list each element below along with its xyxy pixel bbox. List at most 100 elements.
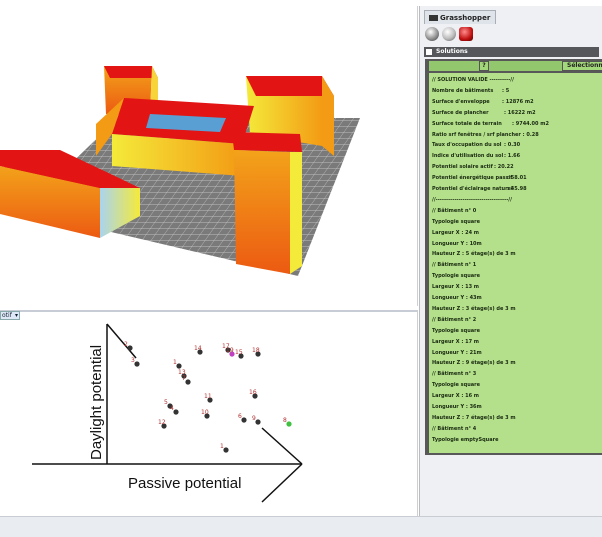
solution-line-value: : 20.22 bbox=[494, 164, 514, 171]
scatter-plot: Daylight potential Passive potential 2 3 1… bbox=[32, 323, 303, 503]
x-axis-label: Passive potential bbox=[128, 475, 241, 492]
solution-line-value: : 5 bbox=[502, 87, 510, 94]
solution-line-label: Taux d'occupation du sol bbox=[432, 142, 502, 149]
solution-line-label: Indice d'utilisation du sol bbox=[432, 153, 504, 160]
solution-line-label: Potentiel solaire actif bbox=[432, 164, 493, 171]
scatter-point[interactable] bbox=[255, 419, 261, 425]
select-button[interactable]: Sélectionner bbox=[562, 61, 602, 71]
solution-line-label: Typologie square bbox=[432, 327, 481, 334]
solution-line: Hauteur Z : 3 étage(s) de 3 m bbox=[432, 306, 516, 312]
building-scene bbox=[0, 66, 360, 276]
tab-grasshopper[interactable]: Grasshopper bbox=[424, 10, 496, 24]
sphere-tool-icon[interactable] bbox=[425, 27, 439, 41]
sketch-tool-icon[interactable] bbox=[442, 27, 456, 41]
solution-line-label: Largeur X : 16 m bbox=[432, 393, 480, 400]
solution-line: // Bâtiment n° 0 bbox=[432, 208, 476, 214]
solution-line-value: : 45.98 bbox=[507, 186, 527, 192]
solution-line: Longueur Y : 43m bbox=[432, 295, 482, 301]
solution-line: Largeur X : 13 m bbox=[432, 284, 479, 290]
solution-line: Taux d'occupation du sol: 0.30 bbox=[432, 142, 520, 149]
scatter-point[interactable] bbox=[134, 361, 140, 367]
scatter-chart-panel: Daylight potential Passive potential 2 3 1… bbox=[0, 310, 418, 518]
scatter-point-label: 2 bbox=[124, 341, 128, 348]
building-3 bbox=[96, 98, 254, 176]
solution-line-label: Largeur X : 13 m bbox=[432, 284, 480, 291]
solution-line: Largeur X : 24 m bbox=[432, 230, 479, 236]
x-arrow-top bbox=[261, 427, 303, 465]
scatter-point[interactable] bbox=[286, 421, 292, 427]
scatter-point-label: 6 bbox=[238, 413, 242, 420]
solution-line: Typologie square bbox=[432, 219, 480, 225]
scatter-point-label: 9 bbox=[252, 415, 256, 422]
solution-line: Typologie square bbox=[432, 328, 480, 334]
solution-line: Surface totale de terrain: 9744.00 m2 bbox=[432, 120, 549, 127]
scatter-point[interactable] bbox=[241, 417, 247, 423]
solution-line: Longueur Y : 36m bbox=[432, 404, 482, 410]
solution-line-label: // Bâtiment n° 3 bbox=[432, 371, 477, 378]
section-toggle-icon[interactable] bbox=[426, 49, 432, 55]
solution-line-label: //-----------------------------------// bbox=[432, 196, 512, 203]
solution-line-label: Potentiel énergétique passif bbox=[432, 175, 513, 182]
building-4 bbox=[232, 132, 302, 274]
scatter-point[interactable] bbox=[173, 409, 179, 415]
solution-line: Nombre de bâtiments : 5 bbox=[432, 87, 509, 94]
solution-line-label: // Bâtiment n° 0 bbox=[432, 207, 477, 214]
help-button[interactable]: ? bbox=[479, 61, 489, 71]
scatter-point-label: 19 bbox=[226, 347, 234, 354]
scatter-point-label: 11 bbox=[204, 393, 212, 400]
solution-line: Typologie square bbox=[432, 382, 480, 388]
solutions-section-header[interactable]: Solutions bbox=[424, 47, 599, 57]
solutions-header-strip: ? Sélectionner bbox=[429, 61, 602, 71]
chart-dropdown[interactable]: otif ▾ bbox=[0, 311, 20, 320]
solution-line-value: : 1.66 bbox=[504, 153, 521, 160]
scatter-point-label: 3 bbox=[131, 357, 135, 364]
solution-line: Largeur X : 16 m bbox=[432, 393, 479, 399]
scatter-point[interactable] bbox=[223, 447, 229, 453]
scatter-point[interactable] bbox=[176, 363, 182, 369]
solution-line: Typologie square bbox=[432, 273, 480, 279]
scatter-point-label: 12 bbox=[158, 419, 166, 426]
solution-line: //-----------------------------------// bbox=[432, 197, 512, 203]
dropdown-arrow-icon[interactable]: ▾ bbox=[15, 312, 18, 319]
y-arrow-right bbox=[106, 323, 137, 359]
viewport-3d[interactable] bbox=[0, 6, 418, 306]
solution-line-label: Hauteur Z : 3 étage(s) de 3 m bbox=[432, 305, 516, 312]
solution-line-label: // SOLUTION VALIDE ----------// bbox=[432, 77, 514, 83]
scatter-point-label: 8 bbox=[283, 417, 287, 424]
solution-line-label: Typologie square bbox=[432, 382, 481, 389]
scatter-point-label: 10 bbox=[201, 409, 209, 416]
solution-line-label: // Bâtiment n° 4 bbox=[432, 425, 477, 432]
status-bar bbox=[0, 516, 602, 537]
solution-line-label: Largeur X : 24 m bbox=[432, 229, 480, 236]
scatter-point-label: 7 bbox=[182, 375, 186, 382]
scatter-point-label: 16 bbox=[249, 389, 257, 396]
solution-line: Potentiel solaire actif: 20.22 bbox=[432, 164, 514, 171]
solution-line-label: Hauteur Z : 7 étage(s) de 3 m bbox=[432, 414, 516, 421]
solution-line-label: // Bâtiment n° 1 bbox=[432, 262, 477, 269]
solution-line-label: Longueur Y : 36m bbox=[432, 404, 482, 410]
solutions-list: // SOLUTION VALIDE ----------// Nombre de… bbox=[429, 73, 602, 453]
solution-line-label: Potentiel d'éclairage naturel bbox=[432, 186, 513, 192]
solution-line-label: Surface d'enveloppe bbox=[432, 98, 490, 105]
solution-line: Surface de plancher: 16222 m2 bbox=[432, 110, 536, 116]
solution-line: // Bâtiment n° 4 bbox=[432, 426, 476, 432]
solution-line: Potentiel d'éclairage naturel: 45.98 bbox=[432, 186, 527, 192]
solution-line: Hauteur Z : 5 étage(s) de 3 m bbox=[432, 251, 516, 257]
scatter-point[interactable] bbox=[185, 379, 191, 385]
solution-line-label: Nombre de bâtiments bbox=[432, 87, 494, 94]
solution-line: Potentiel énergétique passif: 58.01 bbox=[432, 175, 527, 182]
solution-line-label: Hauteur Z : 5 étage(s) de 3 m bbox=[432, 251, 516, 258]
grasshopper-panel: Grasshopper Solutions ? Sélectionner // … bbox=[419, 6, 602, 516]
scatter-points: 2314 1715 1811371116541061291819 bbox=[124, 341, 292, 453]
grasshopper-logo-icon bbox=[429, 15, 438, 21]
solution-line-label: Typologie square bbox=[432, 218, 481, 225]
scatter-point-label: 5 bbox=[164, 399, 168, 406]
solution-line: Surface d'enveloppe: 12876 m2 bbox=[432, 98, 534, 105]
solution-line: // Bâtiment n° 1 bbox=[432, 262, 476, 268]
solution-line: Ratio srf fenêtres / srf plancher : 0.28 bbox=[432, 132, 539, 138]
solution-line-label: Surface totale de terrain bbox=[432, 120, 502, 127]
solution-line-label: Largeur X : 17 m bbox=[432, 338, 480, 345]
red-gem-icon[interactable] bbox=[459, 27, 473, 41]
solution-line-label: Ratio srf fenêtres / srf plancher : 0.28 bbox=[432, 131, 539, 138]
scatter-point[interactable] bbox=[127, 345, 133, 351]
